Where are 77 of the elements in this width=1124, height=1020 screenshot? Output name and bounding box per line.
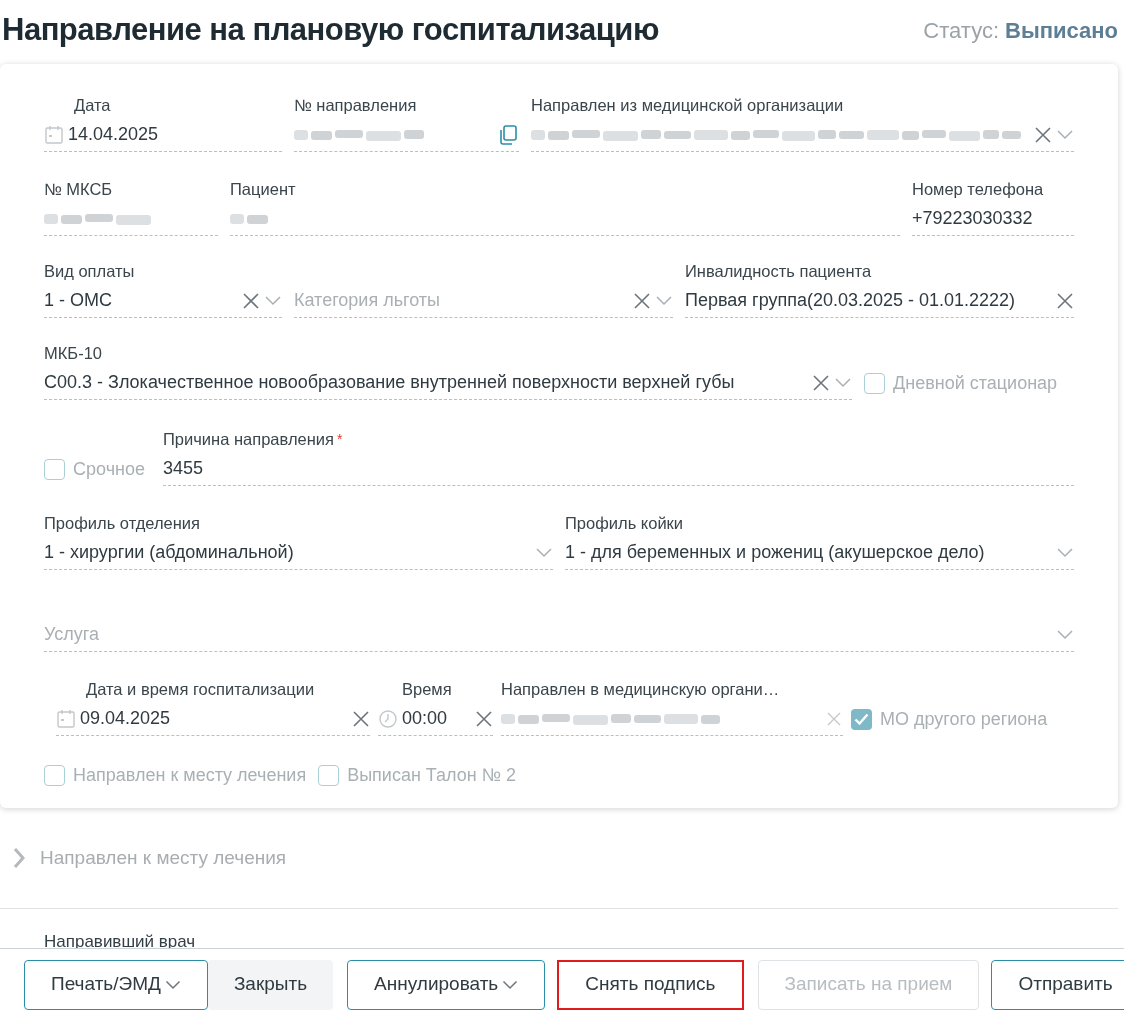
clear-icon[interactable] — [242, 291, 260, 310]
field-placeholder: Услуга — [44, 623, 100, 646]
calendar-icon[interactable] — [44, 124, 64, 145]
field-label: Вид оплаты — [44, 262, 135, 280]
field-label: Направлен из медицинской организации — [531, 96, 844, 114]
clear-icon[interactable] — [1034, 125, 1052, 144]
field-label: Номер телефона — [912, 180, 1044, 198]
required-mark: * — [337, 431, 343, 447]
chevron-down-icon[interactable] — [1056, 546, 1074, 559]
clear-icon[interactable] — [812, 373, 830, 392]
copy-icon[interactable] — [497, 123, 519, 146]
field-value: 3455 — [163, 457, 205, 480]
checkbox-label: Выписан Талон № 2 — [347, 763, 516, 787]
section-title: Направивший врач — [44, 932, 196, 951]
status-value: Выписано — [1005, 16, 1118, 45]
field-label: МКБ-10 — [44, 344, 103, 362]
chevron-down-icon[interactable] — [264, 294, 282, 307]
field-value: 00:00 — [402, 707, 449, 730]
input-field[interactable]: 1 - хирургии (абдоминальной) — [44, 540, 553, 570]
clock-icon[interactable] — [378, 708, 398, 729]
checkbox-label: МО другого региона — [880, 707, 1048, 731]
field-label: Время — [402, 680, 452, 698]
checkbox-label: Дневной стационар — [893, 371, 1058, 395]
chevron-down-icon[interactable] — [834, 376, 852, 389]
field-label: Профиль отделения — [44, 514, 200, 532]
checkbox[interactable] — [44, 458, 65, 480]
input-field[interactable]: 14.04.2025 — [44, 122, 282, 152]
chevron-down-icon[interactable] — [1056, 628, 1074, 641]
checkbox[interactable] — [44, 764, 65, 786]
input-field[interactable]: 09.04.2025 — [56, 706, 370, 736]
field-value: +79223030332 — [912, 207, 1034, 230]
checkbox[interactable] — [851, 708, 872, 730]
clear-icon[interactable] — [475, 709, 493, 728]
field-value: 09.04.2025 — [80, 707, 172, 730]
field-label: № МКСБ — [44, 180, 113, 198]
input-field[interactable]: 1 - ОМС — [44, 288, 282, 318]
page-title: Направление на плановую госпитализацию — [2, 10, 659, 49]
checkbox[interactable] — [864, 372, 885, 394]
action-button[interactable]: Отправить — [991, 959, 1124, 1010]
field-label: № направления — [294, 96, 417, 114]
checkbox-label: Направлен к месту лечения — [73, 763, 307, 787]
field-value: 1 - ОМС — [44, 289, 113, 312]
input-field[interactable]: 00:00 — [378, 706, 493, 736]
field-label: Причина направления — [163, 430, 334, 448]
checkbox[interactable] — [318, 764, 340, 786]
field-label: Дата и время госпитализации — [86, 680, 315, 698]
calendar-icon[interactable] — [56, 708, 76, 729]
field-value: 1 - хирургии (абдоминальной) — [44, 541, 295, 564]
field-value: C00.3 - Злокачественное новообразование внутренней поверхности верхней губы — [44, 371, 736, 394]
field-label: Инвалидность пациента — [685, 262, 872, 280]
field-value: 14.04.2025 — [68, 123, 160, 146]
clear-icon[interactable] — [352, 709, 370, 728]
input-field[interactable]: C00.3 - Злокачественное новообразование внутренней поверхности верхней губы — [44, 370, 852, 400]
field-label: Профиль койки — [565, 514, 684, 532]
input-field[interactable]: Первая группа(20.03.2025 - 01.01.2222) — [685, 288, 1074, 318]
chevron-down-icon[interactable] — [535, 546, 553, 559]
input-field[interactable]: 1 - для беременных и рожениц (акушерское дело) — [565, 540, 1074, 570]
input-field[interactable]: +79223030332 — [912, 206, 1074, 236]
action-button[interactable]: Закрыть — [207, 959, 334, 1010]
chevron-down-icon[interactable] — [655, 294, 673, 307]
clear-icon[interactable] — [1056, 291, 1074, 310]
action-button[interactable]: Печать/ЭМД — [24, 959, 208, 1010]
input-field[interactable]: 3455 — [163, 456, 1074, 486]
chevron-icon[interactable] — [12, 847, 26, 869]
checkbox-label: Срочное — [73, 457, 145, 481]
input-field[interactable] — [294, 122, 519, 152]
field-value: Первая группа(20.03.2025 - 01.01.2222) — [685, 289, 1017, 312]
field-label: Направлен в медицинскую органи… — [501, 680, 780, 698]
action-button[interactable]: Снять подпись — [557, 959, 744, 1010]
field-label: Пациент — [230, 180, 296, 198]
field-placeholder: Категория льготы — [294, 289, 441, 312]
field-label: Дата — [74, 96, 111, 114]
clear-icon[interactable] — [633, 291, 651, 310]
chevron-down-icon[interactable] — [1056, 128, 1074, 141]
action-button[interactable]: Аннулировать — [347, 959, 546, 1010]
status-label: Статус: — [923, 16, 1000, 45]
field-value: 1 - для беременных и рожениц (акушерское дело) — [565, 541, 986, 564]
